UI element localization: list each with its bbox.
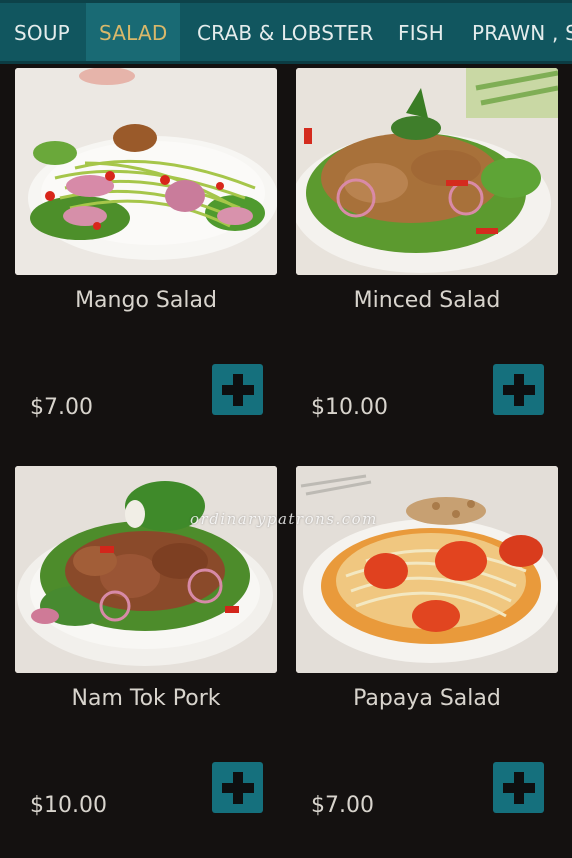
plus-icon [221,373,254,406]
item-name: Minced Salad [353,288,501,313]
category-tab-bar[interactable]: SOUP SALAD CRAB & LOBSTER FISH PRAWN , S [0,0,572,64]
item-price: $10.00 [311,395,388,420]
mango-salad-photo[interactable] [15,68,277,275]
menu-item-card: Minced Salad $10.00 [296,68,558,448]
menu-screen: SOUP SALAD CRAB & LOBSTER FISH PRAWN , S [0,0,572,858]
minced-salad-photo[interactable] [296,68,558,275]
tab-crab-lobster[interactable]: CRAB & LOBSTER [197,3,374,61]
tab-salad[interactable]: SALAD [86,3,181,61]
plus-icon [221,771,254,804]
plus-icon [502,373,535,406]
item-name: Papaya Salad [353,686,501,711]
add-to-order-button[interactable] [212,762,263,813]
add-to-order-button[interactable] [212,364,263,415]
tab-soup[interactable]: SOUP [14,3,70,61]
tab-fish[interactable]: FISH [398,3,444,61]
watermark: ordinarypatrons.com [190,510,378,528]
menu-item-card: Mango Salad $7.00 [15,68,277,448]
plus-icon [502,771,535,804]
nam-tok-pork-photo[interactable] [15,466,277,673]
item-price: $7.00 [30,395,93,420]
tab-prawn[interactable]: PRAWN , S [472,3,572,61]
item-price: $10.00 [30,793,107,818]
add-to-order-button[interactable] [493,364,544,415]
item-name: Nam Tok Pork [71,686,221,711]
item-price: $7.00 [311,793,374,818]
item-name: Mango Salad [75,288,217,313]
papaya-salad-photo[interactable] [296,466,558,673]
add-to-order-button[interactable] [493,762,544,813]
